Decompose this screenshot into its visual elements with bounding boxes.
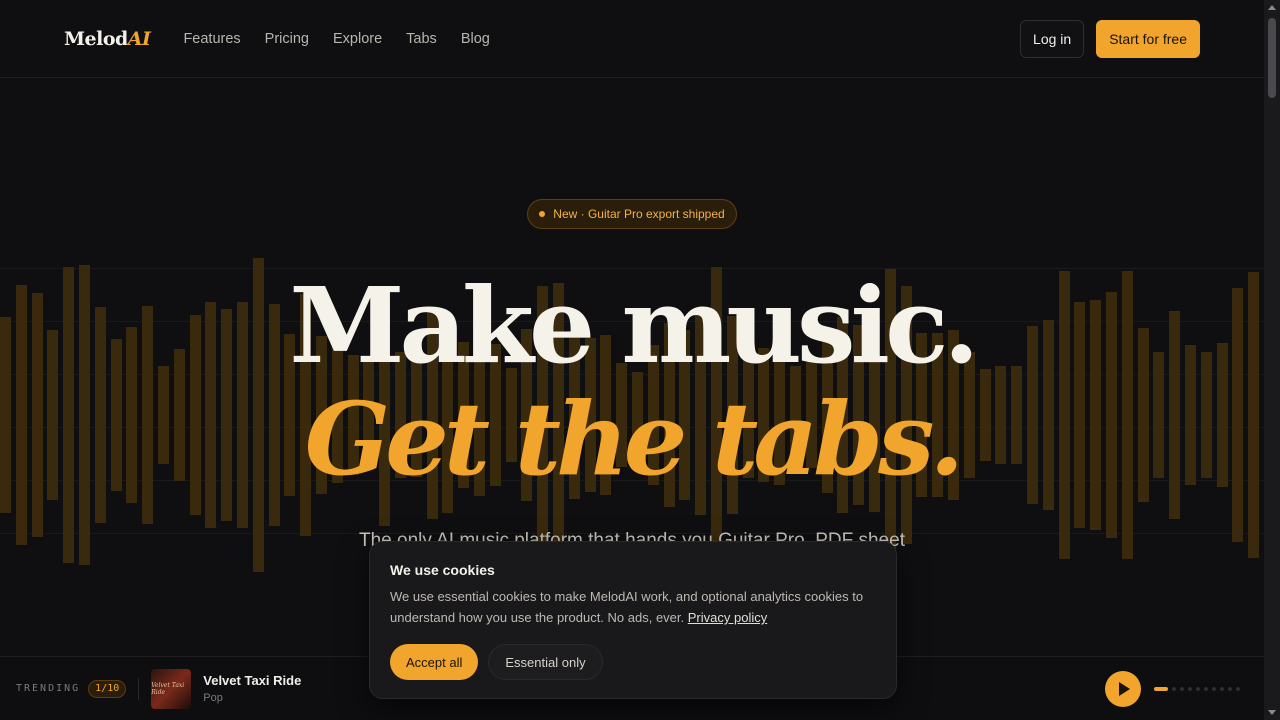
cookie-title: We use cookies [390, 562, 495, 578]
start-free-button[interactable]: Start for free [1096, 19, 1200, 58]
carousel-dot[interactable] [1188, 687, 1192, 691]
login-button[interactable]: Log in [1020, 19, 1085, 58]
nav-link-features[interactable]: Features [183, 31, 240, 47]
carousel-dot[interactable] [1172, 687, 1176, 691]
scroll-up-icon[interactable] [1268, 5, 1276, 10]
nav-link-explore[interactable]: Explore [333, 31, 382, 47]
badge-dot-icon [539, 211, 546, 217]
track-genre: Pop [203, 692, 223, 704]
top-nav: MelodAI Features Pricing Explore Tabs Bl… [0, 0, 1264, 78]
cookie-actions: Accept all Essential only [390, 644, 876, 680]
nav-link-blog[interactable]: Blog [461, 31, 490, 47]
carousel-dot[interactable] [1204, 687, 1208, 691]
carousel-dot[interactable] [1220, 687, 1224, 691]
hero-headline-line1: Make music. [289, 264, 979, 387]
scrollbar[interactable] [1264, 0, 1280, 720]
carousel-dot[interactable] [1154, 687, 1168, 691]
nav-link-tabs[interactable]: Tabs [406, 31, 437, 47]
carousel-dot[interactable] [1196, 687, 1200, 691]
trending-count: 1/10 [88, 679, 127, 698]
privacy-policy-link[interactable]: Privacy policy [688, 610, 767, 625]
scroll-down-icon[interactable] [1268, 710, 1276, 715]
cover-text: Velvet Taxi Ride [151, 681, 185, 696]
play-button[interactable] [1105, 671, 1141, 707]
cookie-banner: We use cookies We use essential cookies … [369, 541, 897, 699]
play-icon [1119, 682, 1130, 696]
carousel-dot[interactable] [1180, 687, 1184, 691]
essential-only-button[interactable]: Essential only [488, 644, 603, 680]
announcement-badge[interactable]: New · Guitar Pro export shipped [527, 199, 737, 229]
accept-all-button[interactable]: Accept all [390, 644, 479, 680]
nav-actions: Log in Start for free [1020, 19, 1200, 58]
hero-headline-line2: Get the tabs. [304, 380, 964, 498]
trending-label: TRENDING [16, 683, 81, 694]
nav-links: Features Pricing Explore Tabs Blog [183, 31, 489, 47]
carousel-dot[interactable] [1228, 687, 1232, 691]
cookie-text: We use essential cookies to make MelodAI… [390, 589, 864, 625]
divider [138, 677, 140, 700]
track-cover[interactable]: Velvet Taxi Ride [151, 668, 192, 709]
nav-link-pricing[interactable]: Pricing [265, 31, 309, 47]
carousel-dots [1154, 687, 1240, 691]
logo[interactable]: MelodAI [64, 28, 151, 50]
track-info[interactable]: Velvet Taxi Ride Pop [203, 673, 301, 704]
scroll-thumb[interactable] [1268, 18, 1276, 98]
track-title: Velvet Taxi Ride [203, 673, 302, 688]
carousel-dot[interactable] [1212, 687, 1216, 691]
carousel-dot[interactable] [1236, 687, 1240, 691]
badge-text: New · Guitar Pro export shipped [553, 207, 725, 221]
